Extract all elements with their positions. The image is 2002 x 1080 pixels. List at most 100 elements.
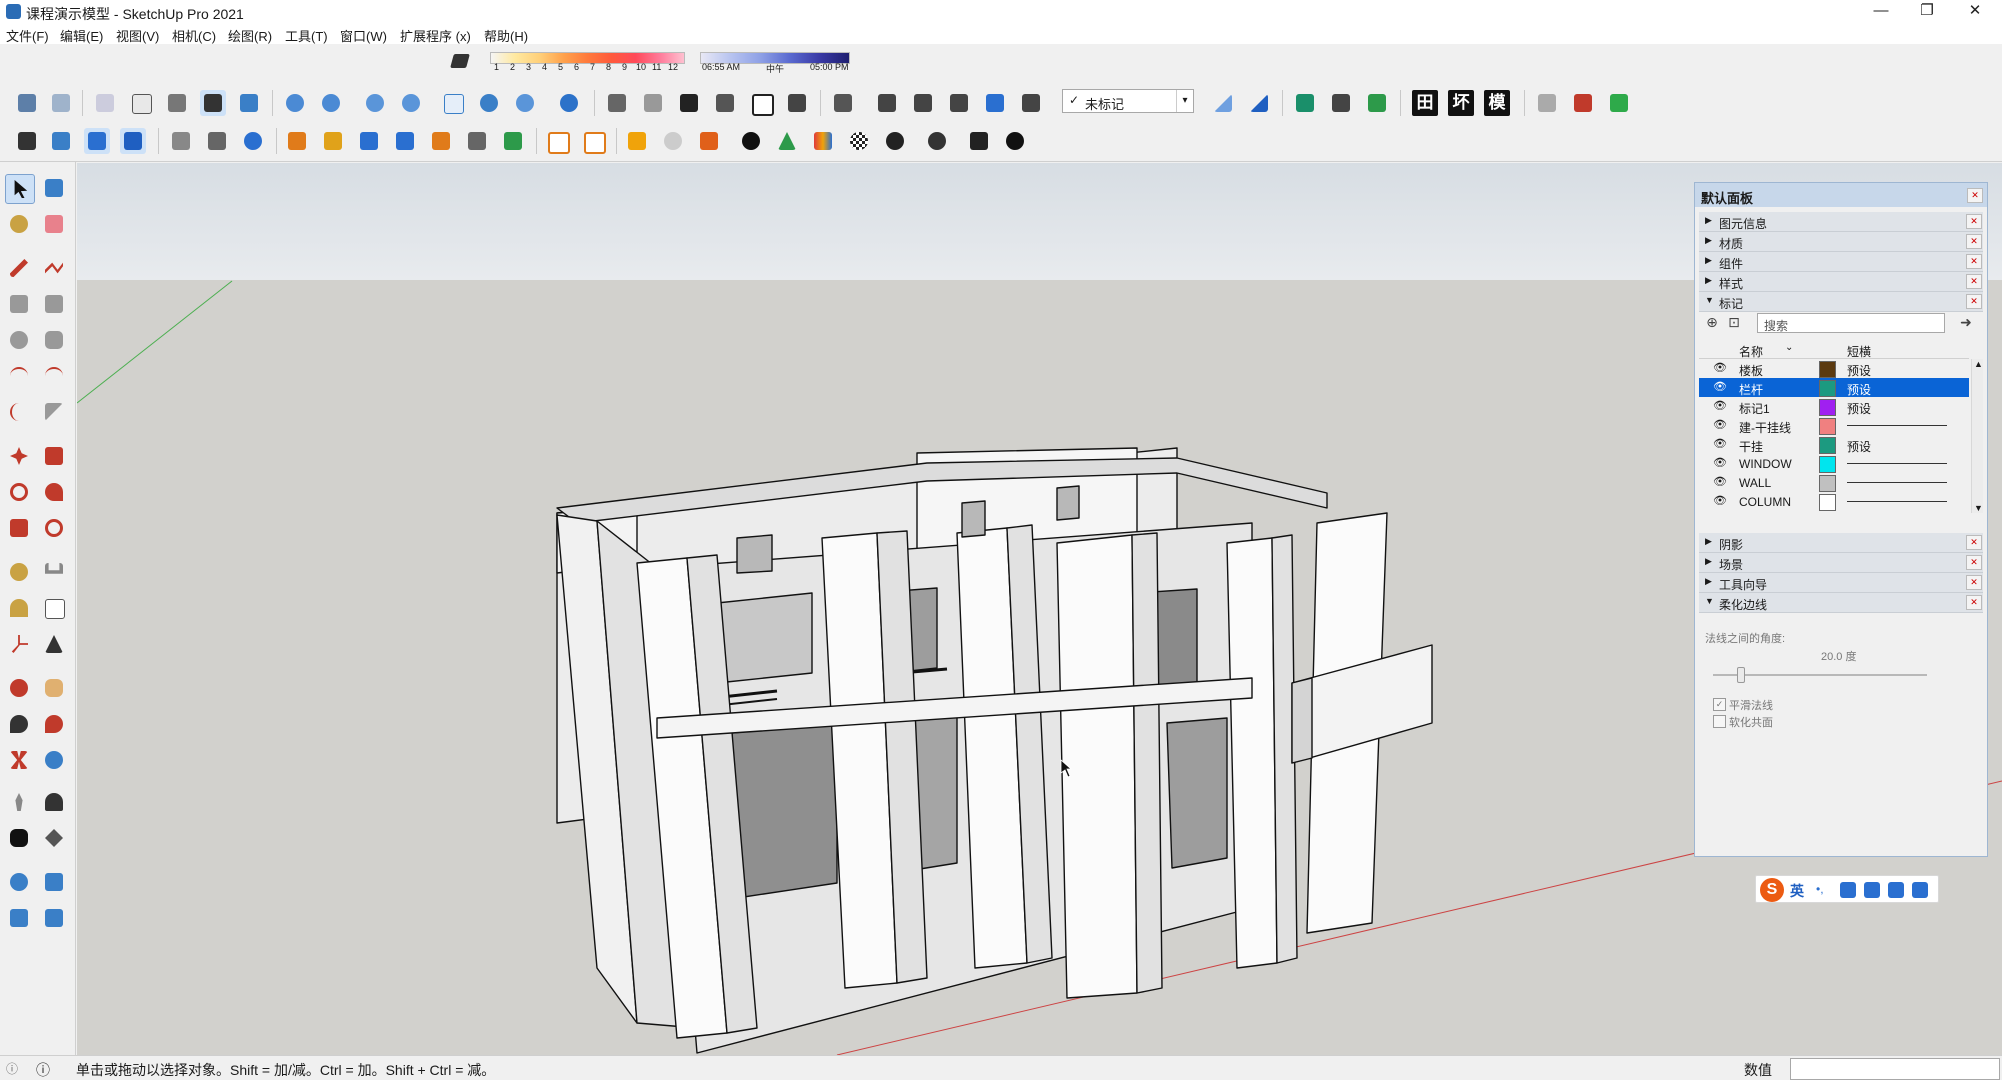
- angle-slider-track[interactable]: [1713, 674, 1927, 676]
- undo-icon[interactable]: [1534, 90, 1560, 116]
- section-close-icon[interactable]: ✕: [1966, 535, 1982, 550]
- plugin-huai-button[interactable]: 坏: [1448, 90, 1474, 116]
- menu-extensions[interactable]: 扩展程序 (x): [400, 26, 471, 45]
- tag-search-input[interactable]: 搜索: [1757, 313, 1945, 333]
- menu-draw[interactable]: 绘图(R): [228, 26, 272, 45]
- tag-color-swatch[interactable]: [1819, 361, 1836, 378]
- visibility-eye-icon[interactable]: 👁: [1713, 456, 1727, 469]
- section-entity-info[interactable]: ▶ 图元信息 ✕: [1699, 212, 1983, 232]
- section-plane-icon[interactable]: [40, 824, 68, 852]
- visibility-eye-icon[interactable]: 👁: [1713, 494, 1727, 507]
- tag-row[interactable]: 👁 建-干挂线: [1699, 416, 1969, 435]
- active-tag-select[interactable]: ✓ 未标记 ▾: [1062, 89, 1194, 113]
- mail-icon[interactable]: [966, 128, 992, 154]
- keyboard-icon[interactable]: [1864, 882, 1880, 898]
- wireframe-icon[interactable]: [128, 90, 154, 116]
- zoom-tool-icon[interactable]: [5, 710, 33, 738]
- column-name-header[interactable]: 名称: [1739, 343, 1763, 360]
- push-pull-icon[interactable]: [40, 442, 68, 470]
- section-styles[interactable]: ▶ 样式 ✕: [1699, 272, 1983, 292]
- sandbox-contours-icon[interactable]: [5, 868, 33, 896]
- rectangle-tool-icon[interactable]: [5, 290, 33, 318]
- section-display-icon[interactable]: [84, 128, 110, 154]
- position-camera-icon[interactable]: [5, 788, 33, 816]
- section-instructor[interactable]: ▶ 工具向导 ✕: [1699, 573, 1983, 593]
- pencil-line-icon[interactable]: [5, 254, 33, 282]
- stairs-icon[interactable]: [1210, 90, 1236, 116]
- extrude-icon[interactable]: [356, 128, 382, 154]
- select-tool-icon[interactable]: [5, 174, 35, 204]
- visibility-eye-icon[interactable]: 👁: [1713, 437, 1727, 450]
- menu-tools[interactable]: 工具(T): [285, 26, 328, 45]
- dropper-icon[interactable]: [1328, 90, 1354, 116]
- tag-row[interactable]: 👁 WALL: [1699, 473, 1969, 492]
- cloud-search-icon[interactable]: [318, 90, 344, 116]
- settings-gear-icon[interactable]: [924, 128, 950, 154]
- dimension-icon[interactable]: [40, 558, 68, 586]
- color-fan-icon[interactable]: [810, 128, 836, 154]
- house-back-icon[interactable]: [784, 90, 810, 116]
- step-profile-icon[interactable]: [1292, 90, 1318, 116]
- view-top-icon[interactable]: [48, 90, 74, 116]
- pie-tool-icon[interactable]: [40, 398, 68, 426]
- house-side-icon[interactable]: [640, 90, 666, 116]
- menu-help[interactable]: 帮助(H): [484, 26, 528, 45]
- circle-tool-icon[interactable]: [5, 326, 33, 354]
- solid-split-icon[interactable]: [1018, 90, 1044, 116]
- toolbox-grid-icon[interactable]: [1912, 882, 1928, 898]
- move-tool-icon[interactable]: [5, 442, 33, 470]
- tag-paint-icon[interactable]: [1364, 90, 1390, 116]
- visibility-eye-icon[interactable]: 👁: [1713, 418, 1727, 431]
- plugin-mo-button[interactable]: 模: [1484, 90, 1510, 116]
- soften-coplanar-checkbox[interactable]: [1713, 715, 1726, 728]
- look-around-icon[interactable]: [40, 788, 68, 816]
- component-icon[interactable]: [830, 90, 856, 116]
- section-close-icon[interactable]: ✕: [1966, 575, 1982, 590]
- add-tag-icon[interactable]: ⊕: [1703, 313, 1721, 331]
- visibility-eye-icon[interactable]: 👁: [1713, 399, 1727, 412]
- credits-info-icon[interactable]: ⓘ: [36, 1060, 50, 1080]
- measurements-input[interactable]: [1790, 1058, 2000, 1080]
- add-tag-folder-icon[interactable]: ⊡: [1725, 313, 1743, 331]
- previous-view-icon[interactable]: [40, 746, 68, 774]
- tag-row[interactable]: 👁 干挂 预设: [1699, 435, 1969, 454]
- ime-mode[interactable]: 英: [1790, 881, 1804, 901]
- sandbox-smoove-icon[interactable]: [5, 904, 33, 932]
- solid-trim-icon[interactable]: [982, 90, 1008, 116]
- walk-tool-icon[interactable]: [5, 824, 33, 852]
- pan-tool-icon[interactable]: [40, 674, 68, 702]
- offset-tool-icon[interactable]: [40, 514, 68, 542]
- smooth-normals-checkbox[interactable]: ✓: [1713, 698, 1726, 711]
- checker-icon[interactable]: [846, 128, 872, 154]
- follow-me-icon[interactable]: [40, 478, 68, 506]
- house-front-icon[interactable]: [712, 90, 738, 116]
- 3d-text-icon[interactable]: [40, 630, 68, 658]
- plugin-tian-button[interactable]: 田: [1412, 90, 1438, 116]
- hidden-line-icon[interactable]: [164, 90, 190, 116]
- sweep-icon[interactable]: [392, 128, 418, 154]
- arc-tool-icon[interactable]: [5, 362, 33, 390]
- select-box-icon[interactable]: [440, 90, 466, 116]
- solid-intersect-icon[interactable]: [946, 90, 972, 116]
- axes-tool-icon[interactable]: [5, 630, 33, 658]
- section-close-icon[interactable]: ✕: [1966, 214, 1982, 229]
- minimize-button[interactable]: —: [1858, 0, 1904, 24]
- freehand-icon[interactable]: [40, 254, 68, 282]
- slope-icon[interactable]: [1246, 90, 1272, 116]
- chrome-icon[interactable]: [556, 90, 582, 116]
- section-tags[interactable]: ▼ 标记 ✕: [1699, 292, 1983, 312]
- dimension-tool-icon[interactable]: [204, 128, 230, 154]
- bounding-box2-icon[interactable]: [580, 128, 606, 154]
- zoom-extents-icon[interactable]: [5, 746, 33, 774]
- tag-row[interactable]: 👁 标记1 预设: [1699, 397, 1969, 416]
- tag-color-swatch[interactable]: [1819, 418, 1836, 435]
- protractor-icon[interactable]: [5, 594, 33, 622]
- layer-stack-icon[interactable]: [696, 128, 722, 154]
- xray-icon[interactable]: [92, 90, 118, 116]
- menu-file[interactable]: 文件(F): [6, 26, 49, 45]
- zoom-window-icon[interactable]: [40, 710, 68, 738]
- network-icon[interactable]: [476, 90, 502, 116]
- visibility-eye-icon[interactable]: 👁: [1713, 380, 1727, 393]
- tag-list-scrollbar[interactable]: ▲ ▼: [1971, 359, 1983, 513]
- cloud-upload-icon[interactable]: [362, 90, 388, 116]
